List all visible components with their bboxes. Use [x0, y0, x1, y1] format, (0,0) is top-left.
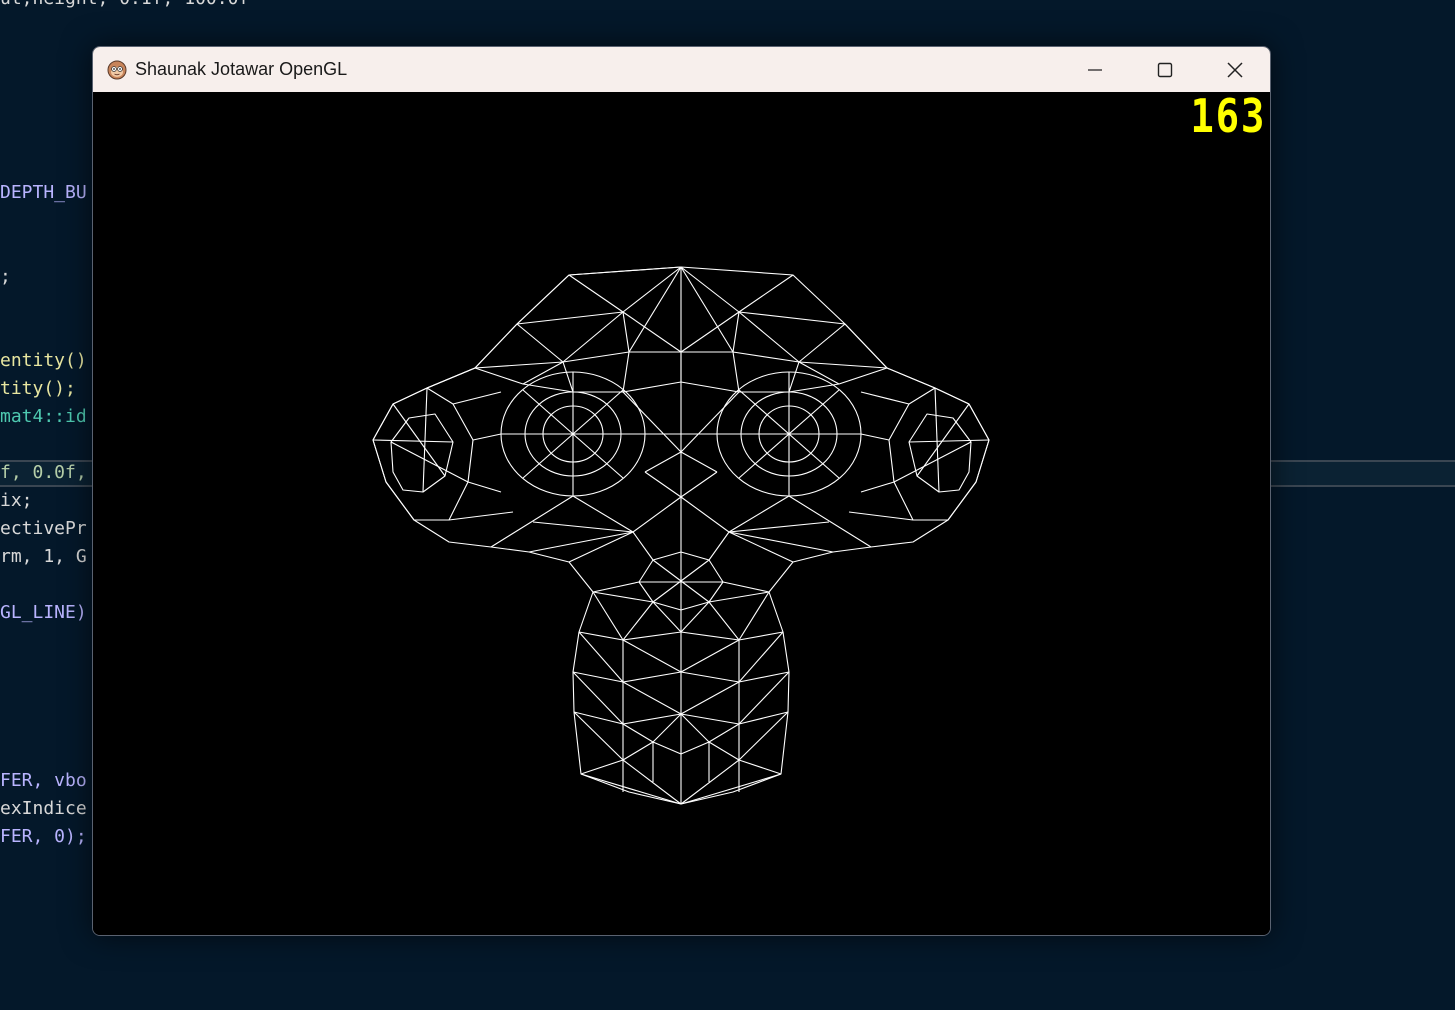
- code-line: ut,height, 0.1f, 100.0f: [0, 0, 249, 10]
- code-line: tity();: [0, 378, 76, 399]
- code-line: ix;: [0, 490, 33, 511]
- maximize-icon: [1157, 62, 1173, 77]
- wireframe-monkey-head: [372, 266, 990, 805]
- code-line: rm, 1, G: [0, 546, 87, 567]
- code-line: f, 0.0f,: [0, 462, 87, 483]
- title-bar[interactable]: Shaunak Jotawar OpenGL: [93, 47, 1270, 92]
- code-line: FER, 0);: [0, 826, 87, 847]
- window-title: Shaunak Jotawar OpenGL: [135, 59, 348, 79]
- code-line: entity(): [0, 350, 87, 371]
- code-line: ;: [0, 266, 11, 287]
- window-controls: [1060, 47, 1270, 92]
- minimize-icon: [1088, 68, 1102, 71]
- code-line: ectivePr: [0, 518, 87, 539]
- code-line: FER, vbo: [0, 770, 87, 791]
- code-line: DEPTH_BU: [0, 182, 87, 203]
- fps-counter: 163: [1190, 89, 1266, 143]
- close-button[interactable]: [1200, 47, 1270, 92]
- maximize-button[interactable]: [1130, 47, 1200, 92]
- code-line: mat4::id: [0, 406, 87, 427]
- opengl-window[interactable]: Shaunak Jotawar OpenGL 163: [92, 46, 1271, 936]
- monkey-face-icon: [107, 60, 127, 80]
- code-line: exIndice: [0, 798, 87, 819]
- render-viewport[interactable]: 163: [93, 92, 1270, 935]
- minimize-button[interactable]: [1060, 47, 1130, 92]
- close-icon: [1227, 61, 1243, 78]
- code-line: GL_LINE): [0, 602, 87, 623]
